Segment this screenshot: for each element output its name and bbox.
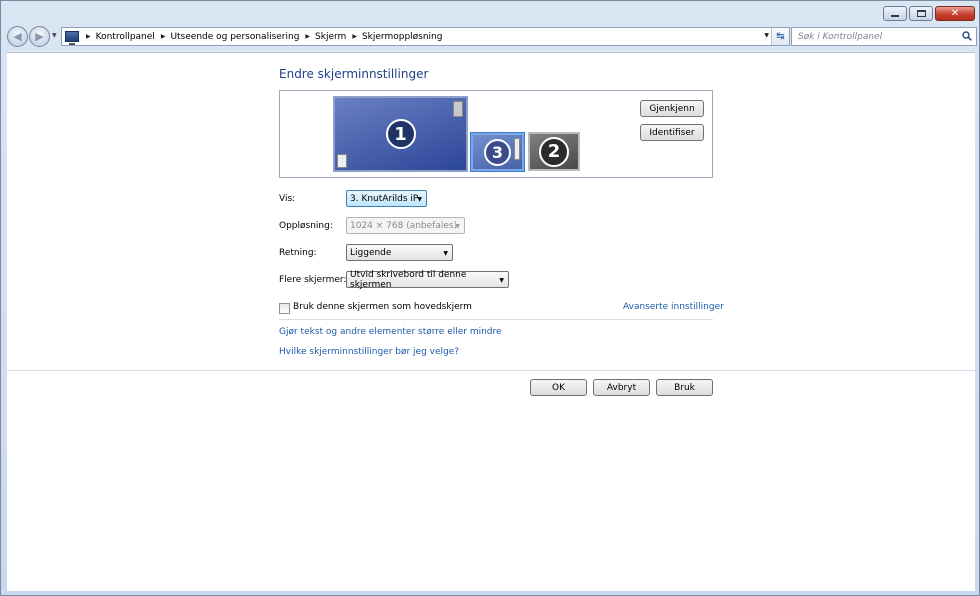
close-icon: ✕ bbox=[950, 7, 960, 19]
orientation-label: Retning: bbox=[279, 248, 317, 258]
chevron-down-icon: ▼ bbox=[499, 277, 504, 284]
monitor-number: 1 bbox=[385, 119, 416, 149]
breadcrumb-control-panel[interactable]: Kontrollpanel bbox=[96, 32, 155, 42]
display-select-value: 3. KnutArilds iP bbox=[350, 193, 419, 204]
page-title: Endre skjerminnstillinger bbox=[279, 67, 429, 81]
chevron-right-icon[interactable]: ▶ bbox=[86, 33, 91, 40]
minimize-icon bbox=[891, 15, 899, 17]
search-icon[interactable] bbox=[962, 31, 972, 41]
forward-arrow-icon: ▶ bbox=[35, 30, 44, 43]
address-bar[interactable]: ▶ Kontrollpanel ▶ Utseende og personalis… bbox=[61, 27, 790, 46]
control-panel-window: ✕ ◀ ▶ ▼ ▶ Kontrollpanel ▶ Utseende og pe… bbox=[0, 0, 980, 596]
chevron-right-icon[interactable]: ▶ bbox=[352, 33, 357, 40]
monitor-3[interactable]: 3 bbox=[471, 133, 524, 171]
monitor-1[interactable]: 1 bbox=[333, 96, 468, 172]
address-history-dropdown-icon[interactable]: ▼ bbox=[764, 32, 769, 39]
which-settings-link[interactable]: Hvilke skjerminnstillinger bør jeg velge… bbox=[279, 347, 459, 357]
monitor-number: 3 bbox=[484, 138, 511, 166]
resolution-select: 1024 × 768 (anbefales) ▼ bbox=[346, 217, 465, 234]
monitor-number: 2 bbox=[539, 136, 569, 167]
window-controls: ✕ bbox=[881, 6, 975, 21]
advanced-settings-link[interactable]: Avanserte innstillinger bbox=[623, 302, 724, 312]
control-panel-icon bbox=[65, 31, 79, 45]
forward-button[interactable]: ▶ bbox=[29, 26, 50, 47]
maximize-icon bbox=[916, 10, 926, 17]
monitor-thumbnail bbox=[514, 138, 520, 160]
multiple-displays-select[interactable]: Utvid skrivebord til denne skjermen ▼ bbox=[346, 269, 509, 290]
chevron-down-icon: ▼ bbox=[417, 196, 422, 203]
cancel-button[interactable]: Avbryt bbox=[593, 379, 650, 396]
identify-button[interactable]: Identifiser bbox=[640, 124, 704, 141]
search-box[interactable]: Søk i Kontrollpanel bbox=[791, 27, 977, 46]
multiple-displays-select-value: Utvid skrivebord til denne skjermen bbox=[350, 269, 467, 290]
chevron-down-icon: ▼ bbox=[455, 223, 460, 230]
maximize-button[interactable] bbox=[909, 6, 933, 21]
navigation-bar: ◀ ▶ ▼ ▶ Kontrollpanel ▶ Utseende og pers… bbox=[7, 26, 977, 47]
detect-button[interactable]: Gjenkjenn bbox=[640, 100, 704, 117]
search-placeholder: Søk i Kontrollpanel bbox=[798, 31, 883, 42]
back-button[interactable]: ◀ bbox=[7, 26, 28, 47]
breadcrumb-appearance[interactable]: Utseende og personalisering bbox=[170, 32, 299, 42]
orientation-select-value: Liggende bbox=[350, 247, 392, 258]
main-display-checkbox[interactable] bbox=[279, 303, 290, 314]
chevron-down-icon: ▼ bbox=[443, 250, 448, 257]
monitor-thumbnail bbox=[337, 154, 347, 168]
footer-divider bbox=[7, 370, 975, 371]
text-size-link[interactable]: Gjør tekst og andre elementer større ell… bbox=[279, 327, 502, 337]
resolution-label: Oppløsning: bbox=[279, 221, 333, 231]
ok-button[interactable]: OK bbox=[530, 379, 587, 396]
breadcrumb-screen-resolution[interactable]: Skjermoppløsning bbox=[362, 32, 443, 42]
monitor-arrangement-panel: 1 3 2 Gjenkjenn Identifiser bbox=[279, 90, 713, 178]
content-pane: Endre skjerminnstillinger 1 3 2 Gjenkjen… bbox=[7, 52, 975, 591]
refresh-button[interactable]: ↹ bbox=[771, 28, 789, 45]
refresh-icon: ↹ bbox=[776, 31, 785, 42]
resolution-select-value: 1024 × 768 (anbefales) bbox=[350, 220, 458, 231]
display-select[interactable]: 3. KnutArilds iP ▼ bbox=[346, 190, 427, 207]
chevron-right-icon[interactable]: ▶ bbox=[161, 33, 166, 40]
apply-button[interactable]: Bruk bbox=[656, 379, 713, 396]
monitor-thumbnail bbox=[453, 101, 463, 117]
orientation-select[interactable]: Liggende ▼ bbox=[346, 244, 453, 261]
recent-pages-dropdown-icon[interactable]: ▼ bbox=[52, 32, 57, 39]
main-display-checkbox-label[interactable]: Bruk denne skjermen som hovedskjerm bbox=[293, 302, 472, 312]
back-arrow-icon: ◀ bbox=[13, 30, 22, 43]
monitor-2[interactable]: 2 bbox=[528, 132, 580, 171]
breadcrumb-display[interactable]: Skjerm bbox=[315, 32, 346, 42]
divider bbox=[279, 319, 713, 320]
display-label: Vis: bbox=[279, 194, 296, 204]
minimize-button[interactable] bbox=[883, 6, 907, 21]
chevron-right-icon[interactable]: ▶ bbox=[305, 33, 310, 40]
close-button[interactable]: ✕ bbox=[935, 6, 975, 21]
multiple-displays-label: Flere skjermer: bbox=[279, 275, 347, 285]
